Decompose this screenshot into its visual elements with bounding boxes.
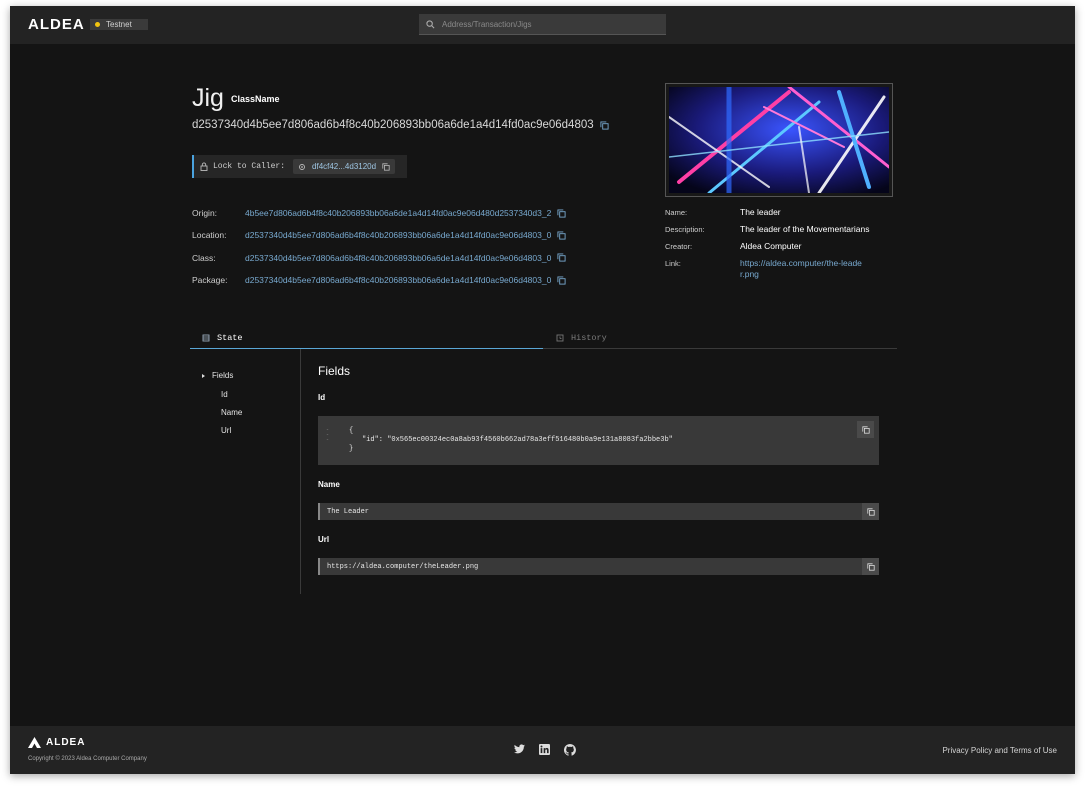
tree-item-url[interactable]: Url [221,426,231,435]
social-links [514,744,576,756]
meta-value: Aldea Computer [740,241,802,251]
meta-description: Description: The leader of the Movementa… [665,224,895,235]
caller-address-text: df4cf42...4d3120d [312,162,377,171]
copy-icon [866,562,875,571]
network-badge[interactable]: Testnet [90,19,148,30]
tree-item-id[interactable]: Id [221,390,228,399]
prop-key: Class: [192,252,216,263]
tree-item-name[interactable]: Name [221,408,242,417]
meta-key: Link: [665,259,681,268]
search-bar[interactable] [419,14,666,35]
footer-logo-text: ALDEA [46,737,86,748]
copy-icon[interactable] [557,231,566,240]
aldea-mark-icon [28,737,41,748]
meta-link-value[interactable]: https://aldea.computer/the-leader.png [740,258,865,280]
jig-artwork [668,84,891,196]
search-input[interactable] [442,19,642,29]
app-window: ALDEA Testnet Jig ClassName d2537340d4b5… [10,6,1075,774]
tab-bar: State History [190,327,897,349]
field-label-id: Id [318,393,326,402]
fields-tree: Fields Id Name Url [190,349,301,594]
meta-link: Link: https://aldea.computer/the-leader.… [665,258,895,280]
url-value-field: https://aldea.computer/theLeader.png [318,558,879,575]
meta-creator: Creator: Aldea Computer [665,241,895,252]
json-close: } [349,445,354,453]
history-icon [556,334,564,342]
layers-icon [202,334,210,341]
search-icon [426,19,435,28]
meta-value: The leader of the Movementarians [740,224,870,234]
lock-label: Lock to Caller: [213,162,286,171]
fields-heading: Fields [318,364,351,378]
name-value-field: The Leader [318,503,879,520]
jig-image [665,83,893,197]
copy-icon[interactable] [557,275,566,285]
jig-properties: Origin: 4b5ee7d806ad6b4f8c40b206893bb06a… [192,202,566,291]
copy-icon [866,507,875,516]
twitter-icon[interactable] [514,744,525,754]
meta-key: Description: [665,225,705,234]
prop-location: Location: d2537340d4b5ee7d806ad6b4f8c40b… [192,224,566,246]
github-icon[interactable] [564,744,576,756]
tab-state-label: State [217,332,243,343]
json-open: { [349,427,354,435]
caller-address[interactable]: df4cf42...4d3120d [293,159,396,174]
prop-link[interactable]: d2537340d4b5ee7d806ad6b4f8c40b206893bb06… [245,253,551,263]
jig-metadata: Name: The leader Description: The leader… [665,207,895,286]
lock-to-caller: Lock to Caller: df4cf42...4d3120d [192,155,407,178]
meta-value: The leader [740,207,781,217]
page-title: Jig [192,84,224,112]
prop-package: Package: d2537340d4b5ee7d806ad6b4f8c40b2… [192,269,566,291]
prop-key: Location: [192,230,227,241]
tab-history-label: History [571,333,607,343]
prop-key: Origin: [192,208,218,219]
top-nav: ALDEA Testnet [10,6,1075,44]
copy-icon[interactable] [600,120,609,130]
lock-icon [200,162,208,171]
linkedin-icon[interactable] [539,744,550,755]
tab-history[interactable]: History [556,327,607,349]
copy-icon[interactable] [557,253,566,262]
name-value: The Leader [327,507,370,516]
prop-link[interactable]: 4b5ee7d806ad6b4f8c40b206893bb06a6de1a4d1… [245,208,551,218]
tree-root-label: Fields [212,371,234,380]
prop-origin: Origin: 4b5ee7d806ad6b4f8c40b206893bb06a… [192,202,566,224]
code-gutter: --- [326,427,330,443]
privacy-terms-link[interactable]: Privacy Policy and Terms of Use [942,746,1057,755]
field-label-url: Url [318,535,330,544]
tree-root-fields[interactable]: Fields [202,371,233,380]
gear-icon [299,163,305,170]
copyright: Copyright © 2023 Aldea Computer Company [28,756,147,762]
tab-state[interactable]: State [190,327,543,349]
field-label-name: Name [318,480,340,489]
url-value: https://aldea.computer/theLeader.png [327,562,479,571]
copy-icon[interactable] [382,162,390,171]
copy-name-button[interactable] [862,503,879,520]
network-label: Testnet [106,20,132,29]
copy-url-button[interactable] [862,558,879,575]
prop-link[interactable]: d2537340d4b5ee7d806ad6b4f8c40b206893bb06… [245,230,551,240]
jig-id-text: d2537340d4b5ee7d806ad6b4f8c40b206893bb06… [192,119,594,131]
json-id-line: "id": "0x565ec00324ec0a8ab93f4560b662ad7… [362,436,673,444]
prop-key: Package: [192,275,228,286]
footer: ALDEA Copyright © 2023 Aldea Computer Co… [10,726,1075,774]
caret-right-icon [202,373,205,378]
meta-name: Name: The leader [665,207,895,218]
aldea-logo[interactable]: ALDEA [28,16,85,33]
network-status-dot [95,22,100,27]
prop-class: Class: d2537340d4b5ee7d806ad6b4f8c40b206… [192,247,566,269]
jig-id: d2537340d4b5ee7d806ad6b4f8c40b206893bb06… [192,119,609,131]
prop-link[interactable]: d2537340d4b5ee7d806ad6b4f8c40b206893bb06… [245,275,551,285]
copy-icon[interactable] [557,209,566,218]
meta-key: Name: [665,208,688,217]
footer-logo[interactable]: ALDEA [28,737,85,748]
class-name: ClassName [231,94,280,104]
id-json-block: --- { "id": "0x565ec00324ec0a8ab93f4560b… [318,416,879,465]
copy-json-button[interactable] [857,421,874,438]
meta-key: Creator: [665,242,693,251]
copy-icon [861,425,870,434]
